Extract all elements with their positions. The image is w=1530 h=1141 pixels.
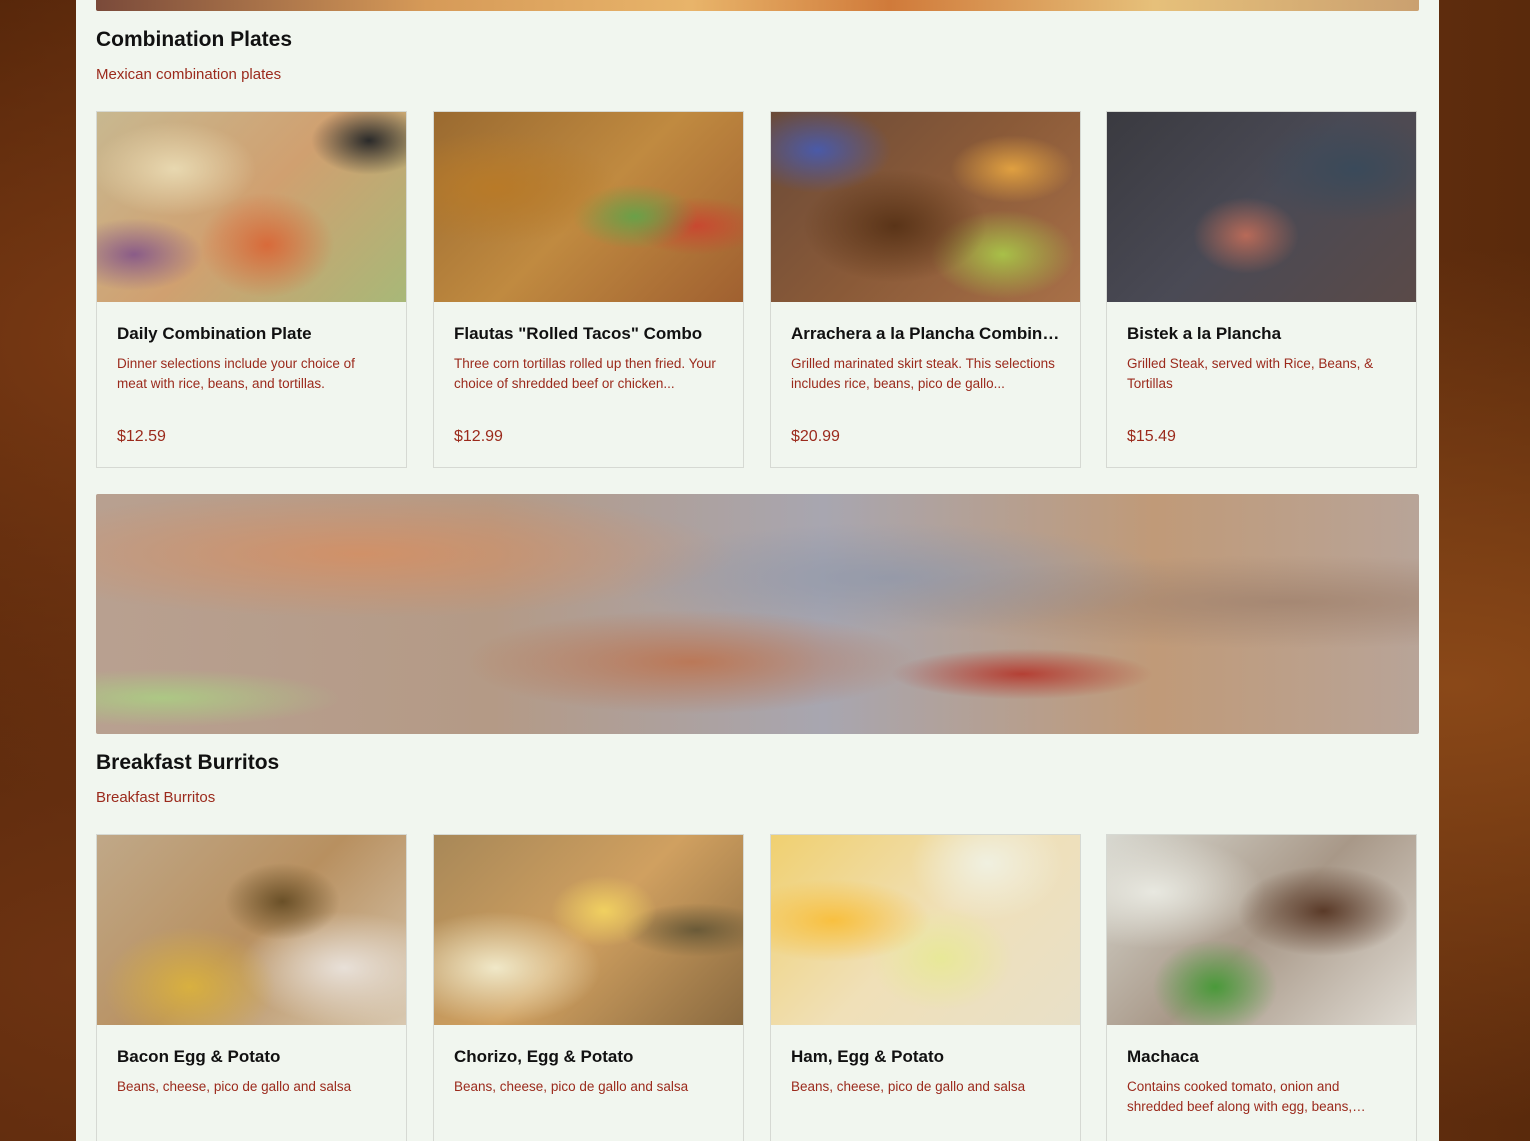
menu-item-card[interactable]: Chorizo, Egg & Potato Beans, cheese, pic…: [433, 834, 744, 1141]
menu-item-description: Beans, cheese, pico de gallo and salsa: [791, 1079, 1026, 1094]
menu-item-description: Beans, cheese, pico de gallo and salsa: [454, 1079, 689, 1094]
menu-item-description: Grilled Steak, served with Rice, Beans, …: [1127, 356, 1374, 391]
menu-item-name: Bistek a la Plancha: [1127, 324, 1282, 343]
menu-item-name: Flautas "Rolled Tacos" Combo: [454, 324, 703, 343]
menu-item-name: Chorizo, Egg & Potato: [454, 1047, 634, 1066]
menu-item-image: [97, 112, 406, 302]
menu-item-price: $15.49: [1127, 428, 1176, 445]
section-banner-image: [96, 494, 1419, 734]
section-subtitle: Mexican combination plates: [96, 66, 282, 83]
menu-item-description: Beans, cheese, pico de gallo and salsa: [117, 1079, 352, 1094]
menu-item-name: Daily Combination Plate: [117, 324, 312, 343]
menu-item-card[interactable]: Flautas "Rolled Tacos" Combo Three corn …: [433, 111, 744, 468]
menu-item-image: [97, 835, 406, 1025]
menu-item-name: Ham, Egg & Potato: [791, 1047, 945, 1066]
menu-item-card[interactable]: Daily Combination Plate Dinner selection…: [96, 111, 407, 468]
menu-item-price: $12.59: [117, 428, 166, 445]
menu-item-name: Machaca: [1127, 1047, 1199, 1066]
menu-item-image: [771, 112, 1080, 302]
menu-item-name: Bacon Egg & Potato: [117, 1047, 281, 1066]
section-title: Combination Plates: [96, 28, 293, 51]
menu-item-image: [434, 835, 743, 1025]
menu-item-card[interactable]: Bistek a la Plancha Grilled Steak, serve…: [1106, 111, 1417, 468]
menu-item-card[interactable]: Machaca Contains cooked tomato, onion an…: [1106, 834, 1417, 1141]
menu-item-price: $12.99: [454, 428, 503, 445]
menu-item-description: Dinner selections include your choice of…: [117, 356, 355, 391]
menu-item-description: Grilled marinated skirt steak. This sele…: [791, 356, 1055, 391]
section-title: Breakfast Burritos: [96, 751, 280, 774]
menu-item-description: Three corn tortillas rolled up then frie…: [454, 356, 716, 391]
menu-panel: Combination Plates Mexican combination p…: [76, 0, 1439, 1141]
menu-item-card[interactable]: Bacon Egg & Potato Beans, cheese, pico d…: [96, 834, 407, 1141]
menu-item-description: Contains cooked tomato, onion and shredd…: [1127, 1079, 1353, 1114]
section-banner-image: [96, 0, 1419, 11]
menu-item-name: Arrachera a la Plancha Combination: [791, 324, 1061, 343]
menu-item-image: [1107, 112, 1416, 302]
menu-item-image: [1107, 835, 1416, 1025]
menu-item-card[interactable]: Arrachera a la Plancha Combination Grill…: [770, 111, 1081, 468]
menu-item-image: [771, 835, 1080, 1025]
menu-item-image: [434, 112, 743, 302]
menu-item-price: $20.99: [791, 428, 840, 445]
section-subtitle: Breakfast Burritos: [96, 789, 216, 806]
menu-item-card[interactable]: Ham, Egg & Potato Beans, cheese, pico de…: [770, 834, 1081, 1141]
